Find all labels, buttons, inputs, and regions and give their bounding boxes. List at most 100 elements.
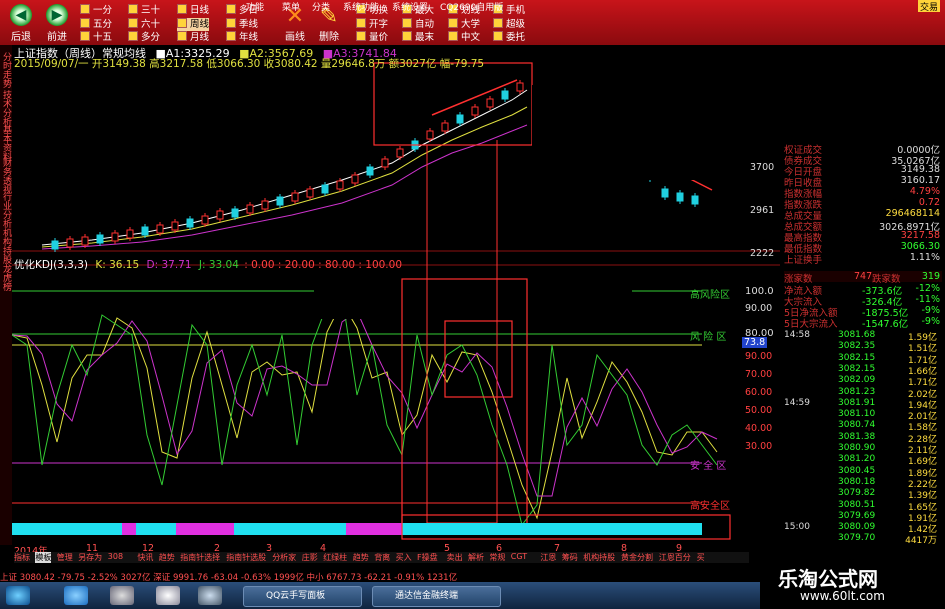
- indicator-tab[interactable]: 模板: [35, 552, 52, 563]
- vtab[interactable]: 行业分析: [0, 192, 12, 228]
- indicator-tab[interactable]: 管理: [57, 552, 73, 563]
- quote-value: 3066.30: [900, 241, 940, 252]
- back-button[interactable]: ◀ 后退: [4, 3, 38, 43]
- menu-item[interactable]: 系统设置: [392, 0, 428, 13]
- flow-row: 5日净流入额 -1875.5亿 -9%: [784, 305, 942, 319]
- tick-time: 14:59: [784, 397, 810, 408]
- period-button[interactable]: 五分: [80, 18, 112, 32]
- indicator-tab[interactable]: 卖出: [447, 552, 463, 563]
- period-button[interactable]: 日线: [177, 4, 209, 18]
- indicator-tab[interactable]: 常规: [489, 552, 505, 563]
- indicator-tab[interactable]: 指南针选择: [180, 552, 220, 563]
- indicator-tab[interactable]: CGT: [511, 552, 527, 561]
- indicator-tab[interactable]: 庄影: [302, 552, 318, 563]
- menu-item-trade[interactable]: 交易: [918, 0, 941, 13]
- tick-price: 3082.15: [838, 352, 876, 363]
- ie-icon[interactable]: [64, 586, 88, 605]
- view-button[interactable]: 量价: [356, 31, 388, 45]
- view-button[interactable]: 开字: [356, 18, 388, 32]
- indicator-tab[interactable]: 买: [697, 552, 705, 563]
- status-bar: 上证 3080.42 -79.75 -2.52% 3027亿 深证 9991.7…: [0, 571, 760, 583]
- indicator-tab[interactable]: 解析: [468, 552, 484, 563]
- period-button[interactable]: 年线: [226, 31, 258, 45]
- vtab[interactable]: 技术分析: [0, 90, 12, 126]
- watermark-url: www.60lt.com: [800, 589, 885, 603]
- menu-item[interactable]: 功能: [246, 0, 264, 13]
- flow-row: 净流入额 -373.6亿 -12%: [784, 283, 942, 297]
- forward-arrow-icon: ▶: [46, 4, 68, 26]
- tick-row: 3079.70 4417万: [784, 533, 939, 546]
- indicator-tab[interactable]: 江恩: [540, 552, 556, 563]
- tick-time: 14:58: [784, 330, 810, 340]
- candle-body: [111, 232, 119, 242]
- quote-row: 最高指数 3217.58: [784, 230, 942, 244]
- view-button[interactable]: 自动: [402, 18, 434, 32]
- period-button[interactable]: 三十: [128, 4, 160, 18]
- quote-value: 0.72: [918, 197, 940, 208]
- kdj-cursor-value: 73.8: [742, 337, 768, 348]
- tool-button[interactable]: 委托: [493, 31, 525, 45]
- tick-price: 3079.69: [838, 510, 876, 521]
- app-icon[interactable]: [198, 586, 222, 605]
- zone-label: 高安全区: [690, 501, 730, 512]
- indicator-tab[interactable]: 趋势: [159, 552, 175, 563]
- menu-item[interactable]: 分类: [312, 0, 330, 13]
- tool-button[interactable]: 大学: [448, 18, 480, 32]
- menu-item[interactable]: 菜单: [282, 0, 300, 13]
- vtab[interactable]: 机构持股: [0, 228, 12, 264]
- tick-row: 3081.10 2.01亿: [784, 409, 939, 422]
- indicator-tab[interactable]: 红绿柱: [323, 552, 347, 563]
- tool-button[interactable]: 中文: [448, 31, 480, 45]
- zone-label: 风 险 区: [690, 332, 727, 343]
- indicator-tab[interactable]: 快讯: [137, 552, 153, 563]
- period-button[interactable]: 十五: [80, 31, 112, 45]
- period-button[interactable]: 季线: [226, 18, 258, 32]
- start-icon[interactable]: [6, 586, 30, 605]
- up-count: 747: [854, 271, 873, 282]
- period-button[interactable]: 多分: [128, 31, 160, 45]
- indicator-tab[interactable]: 黄金分割: [621, 552, 653, 563]
- period-button-active[interactable]: 周线: [177, 17, 210, 31]
- kdj-name: 优化KDJ(3,3,3): [14, 259, 88, 271]
- indicator-tab[interactable]: 筹码: [562, 552, 578, 563]
- period-button[interactable]: 月线: [177, 31, 209, 45]
- vtab[interactable]: 基本资料: [0, 125, 12, 161]
- overlay-black: [532, 85, 780, 180]
- candle-body: [51, 240, 59, 250]
- quote-value: 3149.38: [900, 164, 940, 175]
- indicator-tab[interactable]: F操盘: [417, 552, 438, 563]
- indicator-tab[interactable]: 308: [108, 552, 123, 561]
- indicator-tab[interactable]: 指南针选股: [226, 552, 266, 563]
- indicator-tab[interactable]: 分析家: [272, 552, 296, 563]
- taskbar-tdx-terminal[interactable]: 通达信金融终端: [372, 586, 501, 607]
- vtab[interactable]: 财务透视: [0, 158, 12, 194]
- app-icon[interactable]: [110, 586, 134, 605]
- view-button[interactable]: 最末: [402, 31, 434, 45]
- period-button[interactable]: 一分: [80, 4, 112, 18]
- app-icon[interactable]: [156, 586, 180, 605]
- flow-row: 大宗流入 -326.4亿 -11%: [784, 294, 942, 308]
- tick-price: 3080.18: [838, 476, 876, 487]
- indicator-tab[interactable]: 背离: [374, 552, 390, 563]
- watermark-title: 乐淘公式网: [778, 567, 878, 591]
- tool-button[interactable]: 超级: [493, 18, 525, 32]
- indicator-tab[interactable]: 买入: [396, 552, 412, 563]
- tick-time: 15:00: [784, 522, 810, 533]
- updown-row: 涨家数 747 跌家数 319: [784, 271, 942, 285]
- vtab[interactable]: 分时走势: [0, 52, 12, 88]
- candle-body: [456, 114, 464, 124]
- tick-price: 3080.51: [838, 499, 876, 510]
- forward-button[interactable]: ▶ 前进: [40, 3, 74, 43]
- menu-item[interactable]: 系统功能: [343, 0, 379, 13]
- taskbar-qq-handwriting[interactable]: QQ云手写面板: [243, 586, 362, 607]
- chart-area[interactable]: [12, 45, 780, 545]
- indicator-tab[interactable]: 指标: [14, 552, 30, 563]
- indicator-tab[interactable]: 趋势: [353, 552, 369, 563]
- indicator-tab[interactable]: 另存为: [78, 552, 102, 563]
- menu-item[interactable]: CQ2690自用版: [440, 0, 503, 13]
- indicator-tab[interactable]: 江恩百分: [659, 552, 691, 563]
- indicator-tab[interactable]: 机构持股: [583, 552, 615, 563]
- period-button[interactable]: 六十: [128, 18, 160, 32]
- vtab[interactable]: 龙虎榜: [0, 264, 12, 291]
- candle-body: [381, 158, 389, 168]
